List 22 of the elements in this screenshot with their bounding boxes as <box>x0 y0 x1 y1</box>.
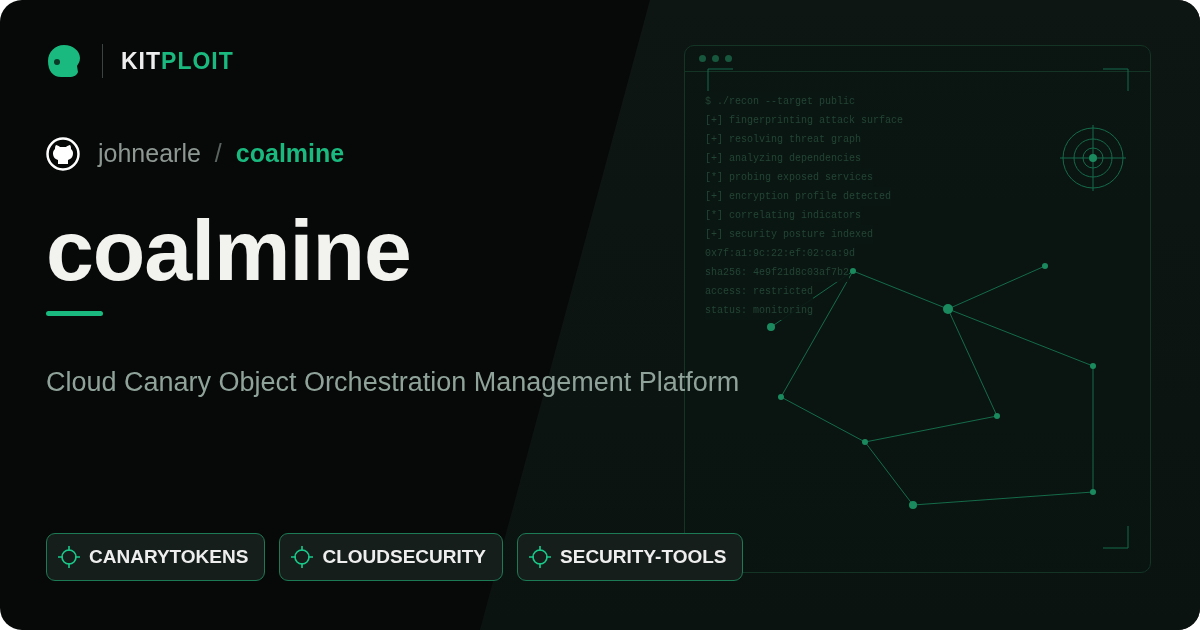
topic-tag[interactable]: CLOUDSECURITY <box>279 533 504 581</box>
logo-icon <box>46 43 82 79</box>
repo-name: coalmine <box>235 138 345 169</box>
target-icon <box>1059 124 1127 192</box>
brand-name: KITPLOIT <box>121 46 234 76</box>
crosshair-icon <box>528 545 553 569</box>
accent-bar <box>46 310 103 316</box>
crosshair-icon <box>57 545 81 569</box>
corner-bracket <box>707 68 733 91</box>
window-dot <box>725 55 732 62</box>
crosshair-icon <box>290 545 315 569</box>
github-icon <box>46 136 80 171</box>
corner-bracket <box>1103 68 1129 91</box>
title: coalmine <box>46 206 411 293</box>
topic-tag[interactable]: SECURITY-TOOLS <box>517 533 744 581</box>
window-dot <box>712 55 719 62</box>
description: Cloud Canary Object Orchestration Management Platform <box>46 365 741 399</box>
topic-tag[interactable]: CANARYTOKENS <box>46 533 266 581</box>
corner-bracket <box>1103 526 1129 549</box>
window-dot <box>699 55 706 62</box>
path-separator: / <box>214 138 222 169</box>
repo-owner: johnearle <box>98 138 201 169</box>
